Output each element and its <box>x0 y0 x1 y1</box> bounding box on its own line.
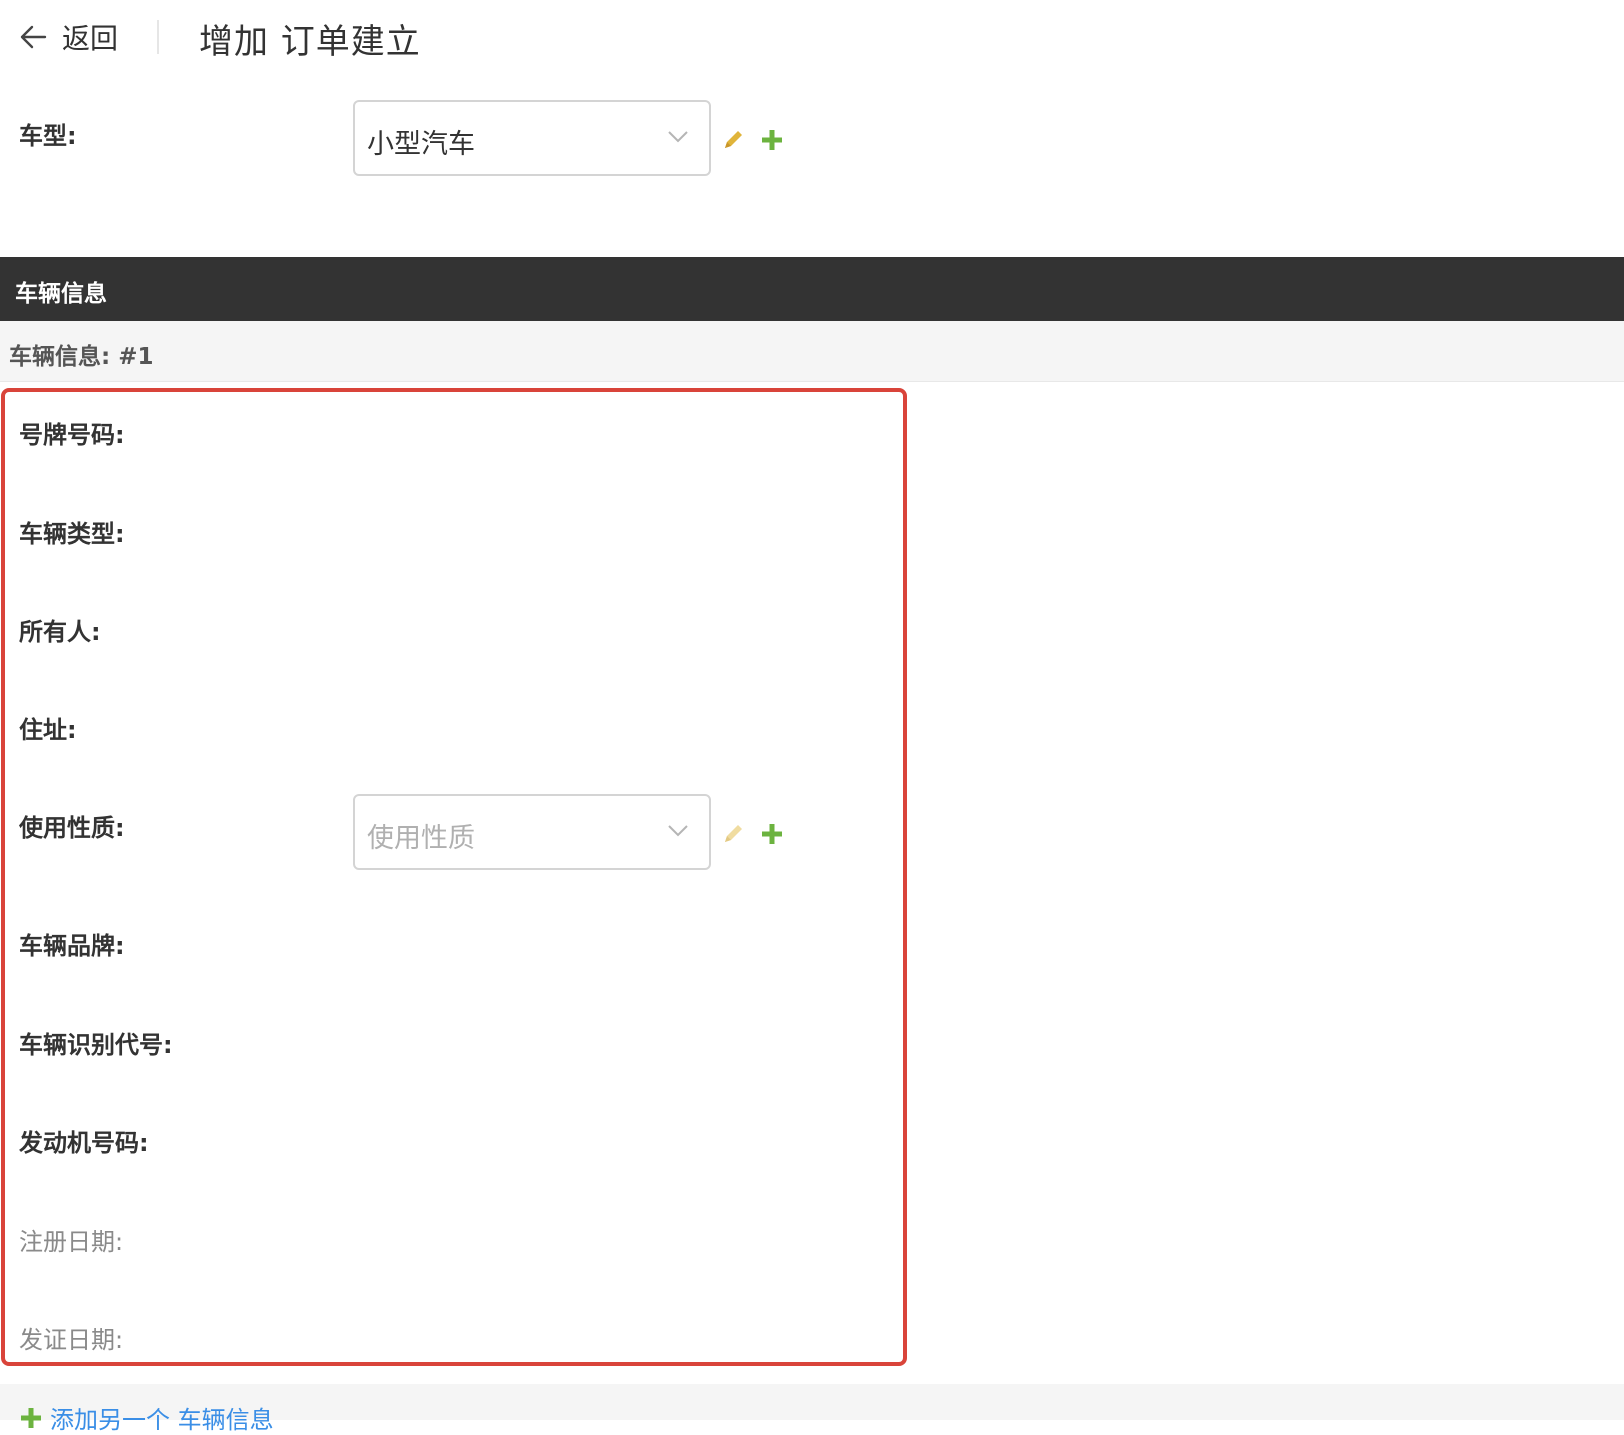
vehicle-subsection-bar: 车辆信息: #1 <box>0 321 1624 382</box>
car-type-label: 车型: <box>19 122 77 150</box>
back-arrow-icon <box>20 25 47 49</box>
section-title: 车辆信息 <box>15 281 107 307</box>
vin-label: 车辆识别代号: <box>19 1031 173 1059</box>
usage-nature-placeholder: 使用性质 <box>367 823 475 854</box>
page-header: 返回 增加 订单建立 <box>0 0 1624 78</box>
page-title: 增加 订单建立 <box>199 22 421 62</box>
section-bar: 车辆信息 <box>0 257 1624 321</box>
add-usage-plus-icon[interactable] <box>760 822 784 846</box>
plate-number-label: 号牌号码: <box>19 421 125 449</box>
back-label: 返回 <box>62 22 119 55</box>
vehicle-subsection-title: 车辆信息: #1 <box>9 344 154 370</box>
vehicle-type-label: 车辆类型: <box>19 520 125 548</box>
brand-label: 车辆品牌: <box>19 932 125 960</box>
add-car-type-plus-icon[interactable] <box>760 128 784 152</box>
car-type-value: 小型汽车 <box>367 129 475 160</box>
header-divider <box>157 20 159 54</box>
back-button[interactable]: 返回 <box>18 16 118 58</box>
car-type-select[interactable]: 小型汽车 <box>353 100 711 176</box>
owner-label: 所有人: <box>19 618 101 646</box>
usage-nature-select[interactable]: 使用性质 <box>353 794 711 870</box>
add-another-vehicle-link[interactable]: 添加另一个 车辆信息 <box>20 1400 274 1435</box>
usage-nature-label: 使用性质: <box>19 814 125 842</box>
engine-number-label: 发动机号码: <box>19 1129 149 1157</box>
edit-car-type-pencil-icon[interactable] <box>721 128 745 152</box>
chevron-down-icon <box>668 131 688 143</box>
plus-icon <box>21 1407 41 1428</box>
chevron-down-icon <box>668 825 688 837</box>
vehicle-fields-highlight <box>1 388 907 1366</box>
add-another-vehicle-label: 添加另一个 车辆信息 <box>50 1406 274 1434</box>
address-label: 住址: <box>19 716 77 744</box>
edit-usage-pencil-icon[interactable] <box>721 822 745 846</box>
issue-date-label: 发证日期: <box>19 1326 124 1354</box>
register-date-label: 注册日期: <box>19 1228 124 1256</box>
